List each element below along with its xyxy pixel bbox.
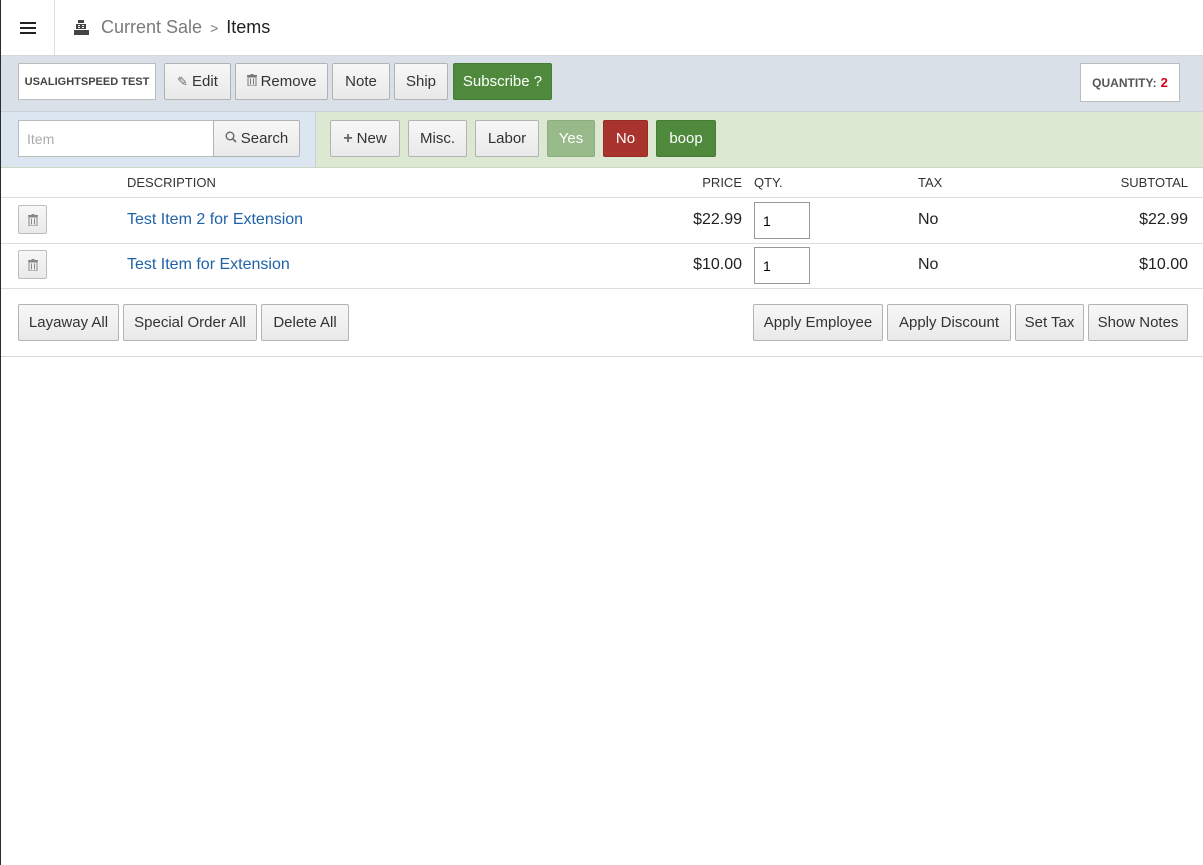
show-notes-button[interactable]: Show Notes [1088,304,1188,341]
apply-discount-button[interactable]: Apply Discount [887,304,1011,341]
item-price: $10.00 [693,256,742,273]
qty-input[interactable] [754,247,810,284]
customer-button[interactable]: USALIGHTSPEED TEST [18,63,156,100]
pencil-icon: ✎ [177,73,189,89]
cash-register-icon [74,20,89,35]
set-tax-button[interactable]: Set Tax [1015,304,1084,341]
quantity-value: 2 [1160,75,1168,90]
labor-button[interactable]: Labor [475,120,539,157]
apply-employee-button[interactable]: Apply Employee [753,304,883,341]
item-tax[interactable]: No [918,211,938,229]
delete-all-button[interactable]: Delete All [261,304,349,341]
quantity-counter: QUANTITY: 2 [1080,63,1180,102]
search-button[interactable]: Search [213,120,300,157]
breadcrumb-current-sale[interactable]: Current Sale [101,17,202,38]
special-order-all-button[interactable]: Special Order All [123,304,257,341]
item-search-area: Search [1,112,316,167]
trash-icon [246,74,257,89]
note-button[interactable]: Note [332,63,390,100]
top-bar: Current Sale > Items [1,0,1203,56]
delete-row-button[interactable] [18,250,47,279]
item-description-link[interactable]: Test Item 2 for Extension [127,211,303,229]
remove-label: Remove [260,73,317,90]
item-subtotal: $22.99 [1139,211,1188,228]
page-title: Items [226,17,271,37]
quantity-label: QUANTITY: [1092,75,1157,90]
item-description-link[interactable]: Test Item for Extension [127,256,290,274]
subscribe-button[interactable]: Subscribe ? [453,63,552,100]
item-toolbar: Search + New Misc. Labor Yes No boop [1,112,1203,168]
hamburger-icon[interactable] [1,0,55,55]
items-table-header: DESCRIPTION PRICE QTY. TAX SUBTOTAL [1,168,1203,198]
sale-toolbar: USALIGHTSPEED TEST ✎ Edit Remove Note Sh… [1,56,1203,112]
column-subtotal: SUBTOTAL [1120,175,1188,190]
item-tax[interactable]: No [918,256,938,274]
search-icon [225,131,237,146]
edit-label: Edit [192,73,218,90]
table-row: Test Item for Extension $10.00 No $10.00 [1,243,1203,289]
item-subtotal: $10.00 [1139,256,1188,273]
misc-button[interactable]: Misc. [408,120,467,157]
column-description: DESCRIPTION [127,175,216,190]
delete-row-button[interactable] [18,205,47,234]
table-row: Test Item 2 for Extension $22.99 No $22.… [1,198,1203,244]
line-actions: Layaway All Special Order All Delete All… [1,289,1203,357]
remove-button[interactable]: Remove [235,63,328,100]
search-label: Search [240,130,289,147]
ship-button[interactable]: Ship [394,63,448,100]
item-price: $22.99 [693,211,742,228]
boop-button[interactable]: boop [656,120,716,157]
new-item-button[interactable]: + New [330,120,400,157]
trash-icon [27,258,38,271]
column-tax: TAX [918,175,943,190]
new-label: New [356,130,387,147]
plus-icon: + [343,129,353,147]
yes-button[interactable]: Yes [547,120,595,157]
item-search-input[interactable] [18,120,214,157]
no-button[interactable]: No [603,120,648,157]
trash-icon [27,213,38,226]
edit-button[interactable]: ✎ Edit [164,63,231,100]
column-qty: QTY. [754,175,783,190]
column-price: PRICE [702,175,742,190]
qty-input[interactable] [754,202,810,239]
breadcrumb: Current Sale > Items [73,0,270,55]
layaway-all-button[interactable]: Layaway All [18,304,119,341]
chevron-right-icon: > [210,19,219,36]
